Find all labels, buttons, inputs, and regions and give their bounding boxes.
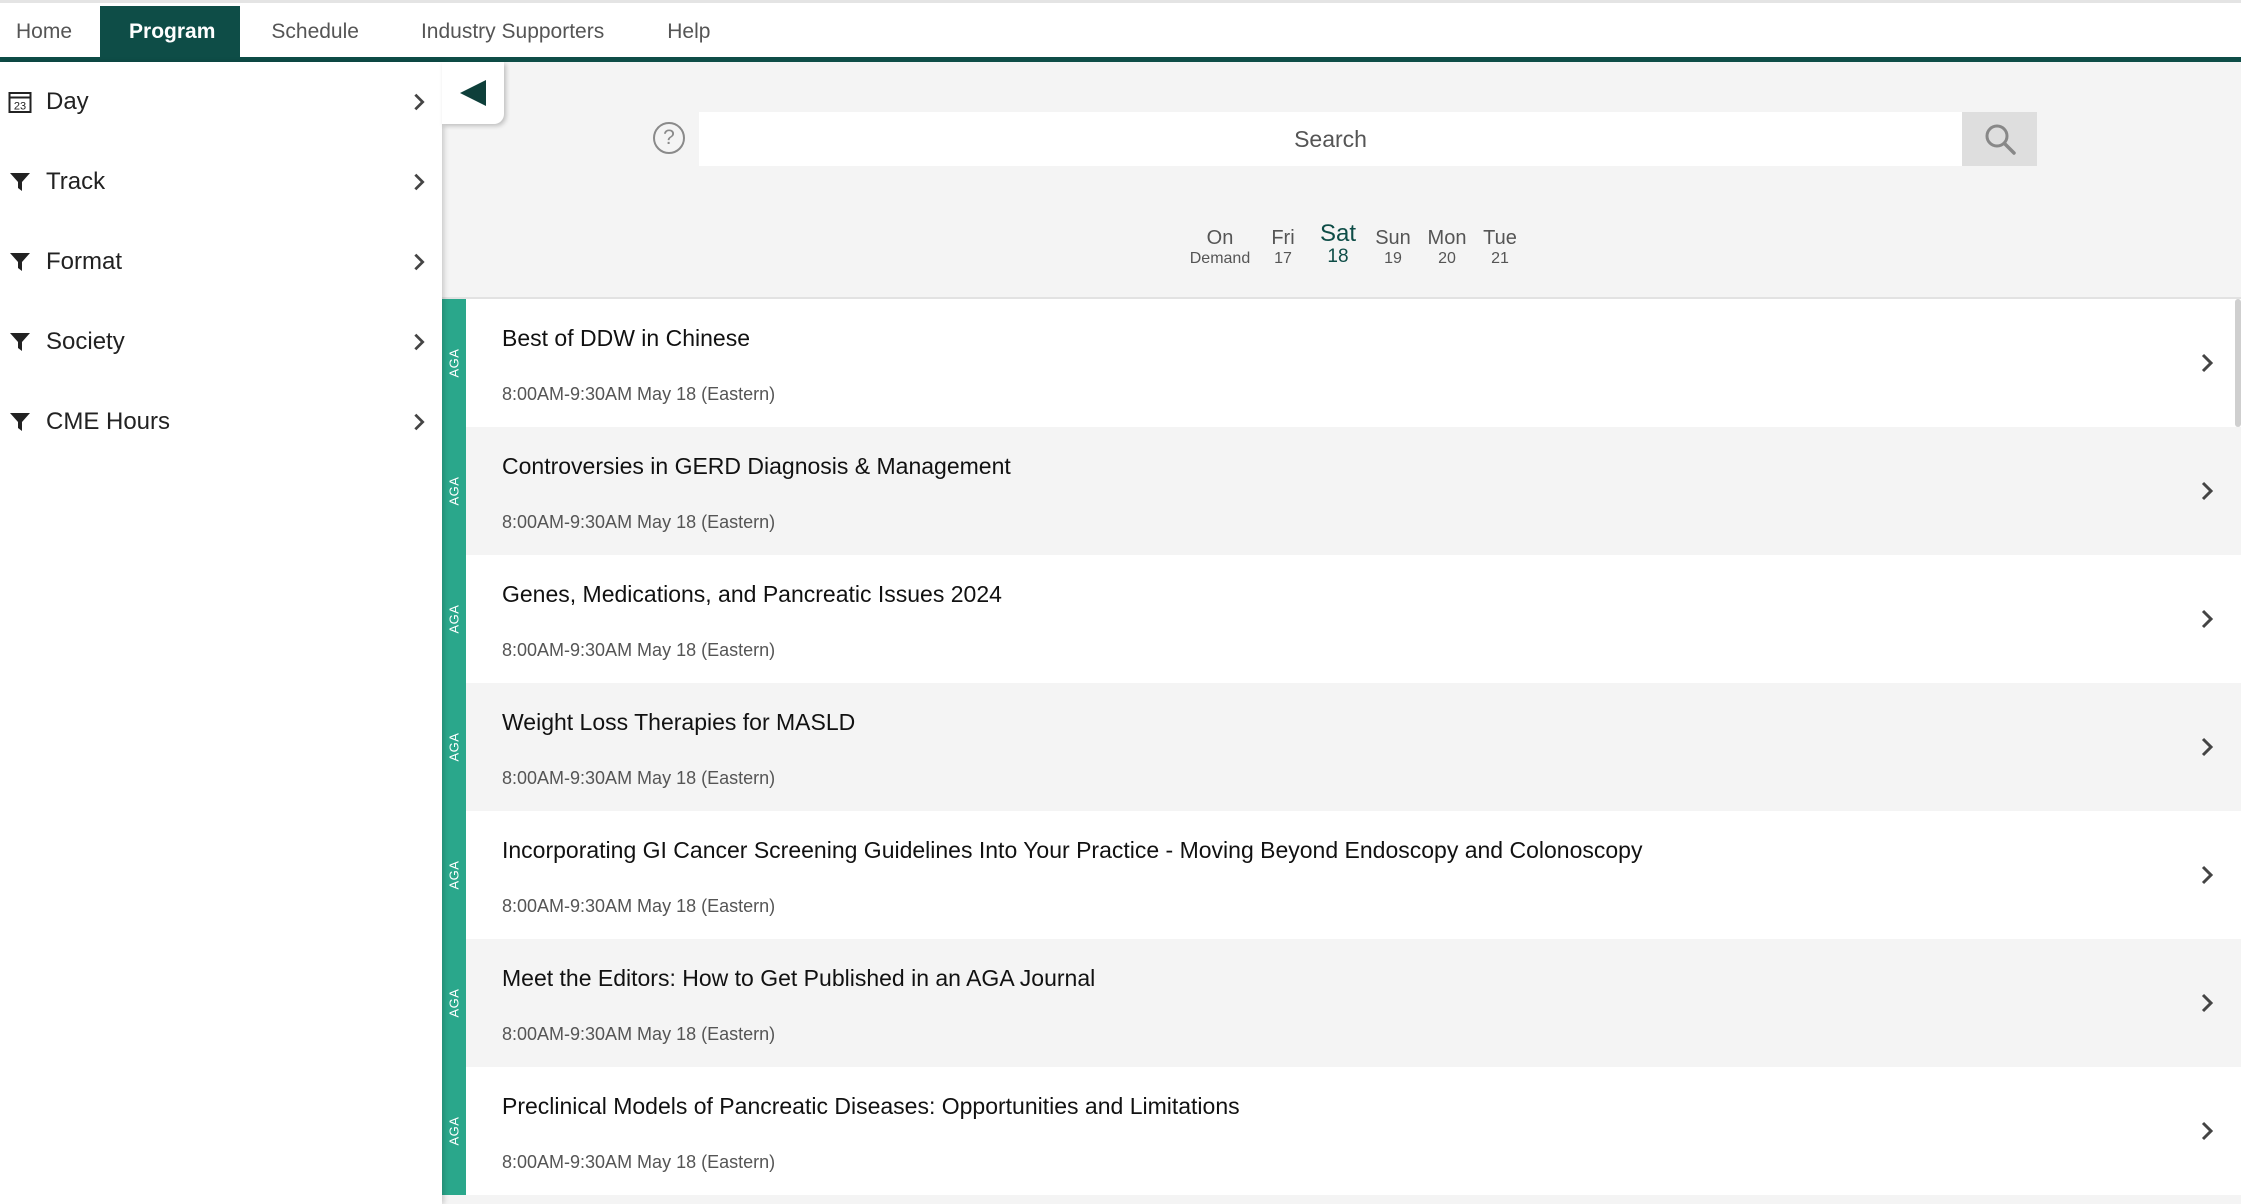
session-row[interactable]: AGA Meet the Editors: How to Get Publish… — [442, 939, 2241, 1067]
chevron-right-icon — [414, 333, 425, 351]
filter-icon — [7, 409, 33, 435]
sidebar-item-society[interactable]: Society — [0, 302, 442, 382]
session-title: Incorporating GI Cancer Screening Guidel… — [502, 837, 1643, 863]
nav-tabs: Home Program Schedule Industry Supporter… — [0, 6, 742, 57]
sidebar-item-track[interactable]: Track — [0, 142, 442, 222]
collapse-sidebar-button[interactable] — [442, 62, 504, 124]
session-time: 8:00AM-9:30AM May 18 (Eastern) — [502, 768, 776, 788]
svg-text:23: 23 — [14, 101, 26, 113]
chevron-right-icon — [2201, 481, 2214, 501]
session-title: Best of DDW in Chinese — [502, 325, 750, 351]
session-time: 8:00AM-9:30AM May 18 (Eastern) — [502, 1024, 776, 1044]
chevron-right-icon — [2201, 353, 2214, 373]
day-selector: On Demand Fri 17 Sat 18 Sun 19 Mon 20 Tue 21 — [442, 221, 2241, 293]
session-row[interactable]: AGA Preclinical Models of Pancreatic Dis… — [442, 1067, 2241, 1195]
sidebar-item-label: Society — [46, 328, 125, 355]
tab-industry-supporters[interactable]: Industry Supporters — [390, 6, 635, 57]
society-stripe: AGA — [442, 939, 466, 1067]
tab-help[interactable]: Help — [635, 6, 742, 57]
society-stripe: AGA — [442, 683, 466, 811]
chevron-right-icon — [2201, 737, 2214, 757]
sidebar-item-label: Track — [46, 168, 106, 195]
chevron-right-icon — [414, 413, 425, 431]
chevron-right-icon — [414, 93, 425, 111]
session-row[interactable]: AGA Best of DDW in Chinese 8:00AM-9:30AM… — [442, 299, 2241, 427]
tab-schedule[interactable]: Schedule — [240, 6, 390, 57]
session-time: 8:00AM-9:30AM May 18 (Eastern) — [502, 384, 776, 404]
filter-sidebar: 23 Day Track Format Society CME Hours — [0, 62, 442, 1204]
session-list: AGA Best of DDW in Chinese 8:00AM-9:30AM… — [442, 299, 2241, 1195]
tab-program[interactable]: Program — [100, 6, 241, 57]
society-stripe: AGA — [442, 1067, 466, 1195]
scrollbar-thumb[interactable] — [2235, 299, 2241, 427]
sidebar-item-cme-hours[interactable]: CME Hours — [0, 382, 442, 462]
search-input[interactable] — [699, 112, 1962, 166]
chevron-right-icon — [414, 253, 425, 271]
society-stripe: AGA — [442, 555, 466, 683]
session-row[interactable]: AGA Incorporating GI Cancer Screening Gu… — [442, 811, 2241, 939]
session-title: Weight Loss Therapies for MASLD — [502, 709, 856, 735]
top-nav: Home Program Schedule Industry Supporter… — [0, 0, 2241, 63]
chevron-right-icon — [2201, 993, 2214, 1013]
search-button[interactable] — [1962, 112, 2037, 166]
sidebar-item-label: Day — [46, 88, 89, 115]
filter-icon — [7, 249, 33, 275]
session-time: 8:00AM-9:30AM May 18 (Eastern) — [502, 1152, 776, 1172]
sidebar-item-day[interactable]: 23 Day — [0, 62, 442, 142]
search-icon — [1985, 124, 2016, 155]
session-time: 8:00AM-9:30AM May 18 (Eastern) — [502, 896, 776, 916]
chevron-right-icon — [414, 173, 425, 191]
session-row[interactable]: AGA Genes, Medications, and Pancreatic I… — [442, 555, 2241, 683]
session-title: Genes, Medications, and Pancreatic Issue… — [502, 581, 1002, 607]
help-icon[interactable]: ? — [653, 122, 685, 154]
chevron-right-icon — [2201, 865, 2214, 885]
session-title: Meet the Editors: How to Get Published i… — [502, 965, 1096, 991]
day-tue[interactable]: Tue 21 — [1460, 227, 1540, 269]
triangle-left-icon — [460, 80, 486, 106]
session-row[interactable]: AGA Weight Loss Therapies for MASLD 8:00… — [442, 683, 2241, 811]
society-stripe: AGA — [442, 299, 466, 427]
sidebar-item-format[interactable]: Format — [0, 222, 442, 302]
main-content: ? OnDemand Fri17 Sat18 Sun19 Mon20 Tue21… — [442, 62, 2241, 1204]
session-time: 8:00AM-9:30AM May 18 (Eastern) — [502, 512, 776, 532]
society-stripe: AGA — [442, 427, 466, 555]
session-title: Preclinical Models of Pancreatic Disease… — [502, 1093, 1240, 1119]
sidebar-item-label: CME Hours — [46, 408, 171, 435]
chevron-right-icon — [2201, 609, 2214, 629]
session-row[interactable]: AGA Controversies in GERD Diagnosis & Ma… — [442, 427, 2241, 555]
session-title: Controversies in GERD Diagnosis & Manage… — [502, 453, 1011, 479]
session-time: 8:00AM-9:30AM May 18 (Eastern) — [502, 640, 776, 660]
filter-icon — [7, 329, 33, 355]
chevron-right-icon — [2201, 1121, 2214, 1141]
society-stripe: AGA — [442, 811, 466, 939]
sidebar-item-label: Format — [46, 248, 123, 275]
filter-icon — [7, 169, 33, 195]
tab-home[interactable]: Home — [0, 6, 100, 57]
calendar-icon: 23 — [7, 89, 33, 115]
